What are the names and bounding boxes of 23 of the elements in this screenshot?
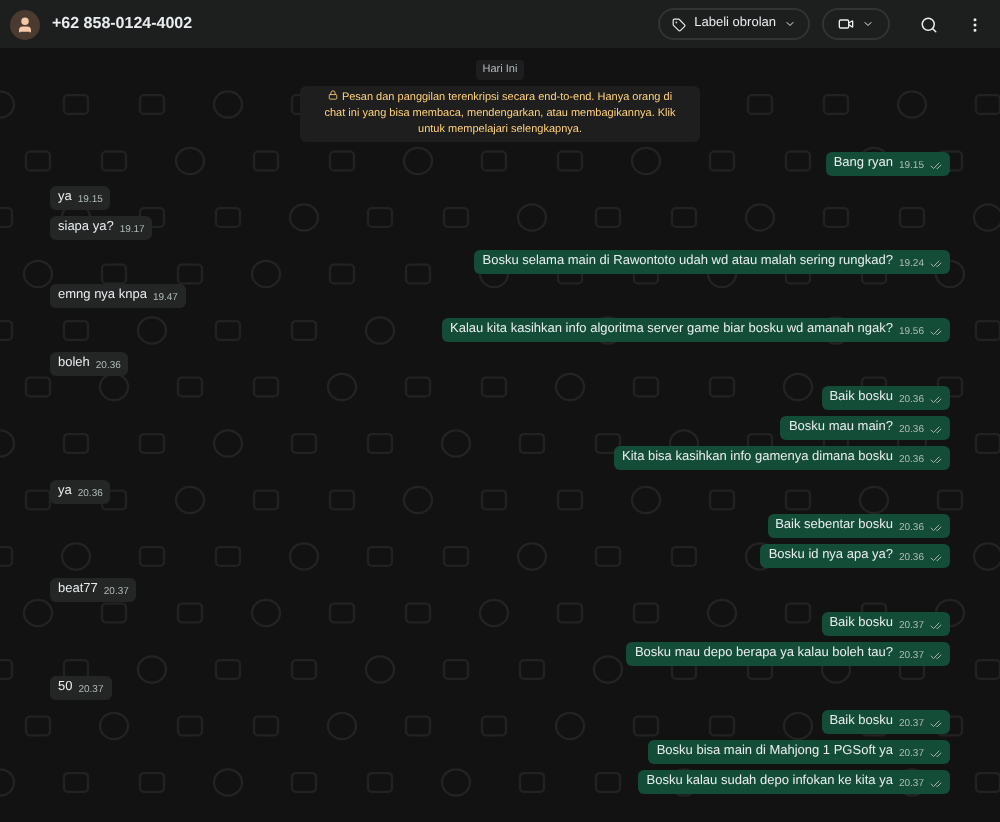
double-check-icon — [930, 748, 942, 761]
double-check-icon — [930, 394, 942, 407]
contact-name[interactable]: +62 858-0124-4002 — [52, 12, 193, 36]
video-icon — [838, 16, 854, 32]
double-check-icon — [930, 326, 942, 339]
caret-icon — [784, 18, 796, 30]
lock-icon — [327, 90, 338, 101]
label-icon — [672, 17, 687, 31]
double-check-icon — [930, 778, 942, 791]
double-check-icon — [930, 424, 942, 437]
contact-avatar[interactable] — [10, 9, 40, 39]
double-check-icon — [930, 620, 942, 633]
double-check-icon — [930, 718, 942, 731]
caret-icon — [862, 18, 874, 30]
double-check-icon — [930, 552, 942, 565]
video-call-button[interactable] — [822, 8, 890, 40]
double-check-icon — [930, 522, 942, 535]
person-icon — [16, 15, 34, 33]
double-check-icon — [930, 160, 942, 173]
double-check-icon — [930, 258, 942, 271]
double-check-icon — [930, 454, 942, 467]
search-icon — [920, 15, 938, 33]
double-check-icon — [930, 650, 942, 663]
